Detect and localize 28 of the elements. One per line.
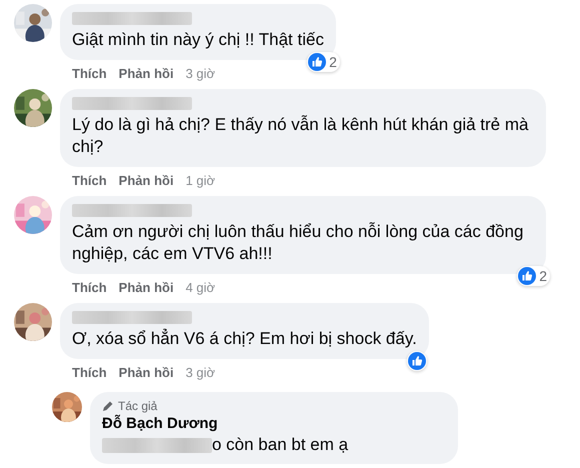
action-link[interactable]: Phản hồi [118, 66, 174, 81]
comment-text: Giật mình tin này ý chị !! Thật tiếc [72, 29, 324, 51]
reaction-count: 2 [539, 268, 547, 284]
timestamp: 4 giờ [186, 280, 216, 295]
reaction-badge[interactable]: 2 [517, 266, 550, 286]
like-icon [518, 267, 536, 285]
action-link[interactable]: Phản hồi [118, 280, 174, 295]
timestamp: 3 giờ [186, 66, 216, 81]
reply-text: o còn ban bt em ạ [212, 434, 348, 456]
comment-text: Cảm ơn người chị luôn thấu hiểu cho nỗi lòng của các đồng nghiệp, các em VTV6 ah!!! [72, 221, 524, 265]
timestamp: 3 giờ [186, 365, 216, 380]
comment-text: Lý do là gì hả chị? E thấy nó vẫn là kênh hút khán giả trẻ mà chị? [72, 114, 530, 158]
author-name[interactable]: Đỗ Bạch Dương [102, 415, 446, 432]
author-label: Tác giả [118, 399, 158, 413]
action-link[interactable]: Thích [72, 66, 107, 81]
timestamp: 1 giờ [186, 173, 216, 188]
like-icon [308, 53, 326, 71]
pencil-icon [102, 400, 114, 412]
reaction-count: 2 [329, 54, 337, 70]
action-link[interactable]: Phản hồi [118, 173, 174, 188]
comment-text: Ơ, xóa sổ hẳn V6 á chị? Em hơi bị shock đấy. [72, 328, 417, 350]
action-link[interactable]: Thích [72, 173, 107, 188]
action-link[interactable]: Thích [72, 280, 107, 295]
action-link[interactable]: Phản hồi [118, 365, 174, 380]
like-icon [408, 352, 426, 370]
action-link[interactable]: Thích [72, 365, 107, 380]
reaction-badge[interactable] [406, 351, 427, 371]
reaction-badge[interactable]: 2 [307, 52, 340, 72]
